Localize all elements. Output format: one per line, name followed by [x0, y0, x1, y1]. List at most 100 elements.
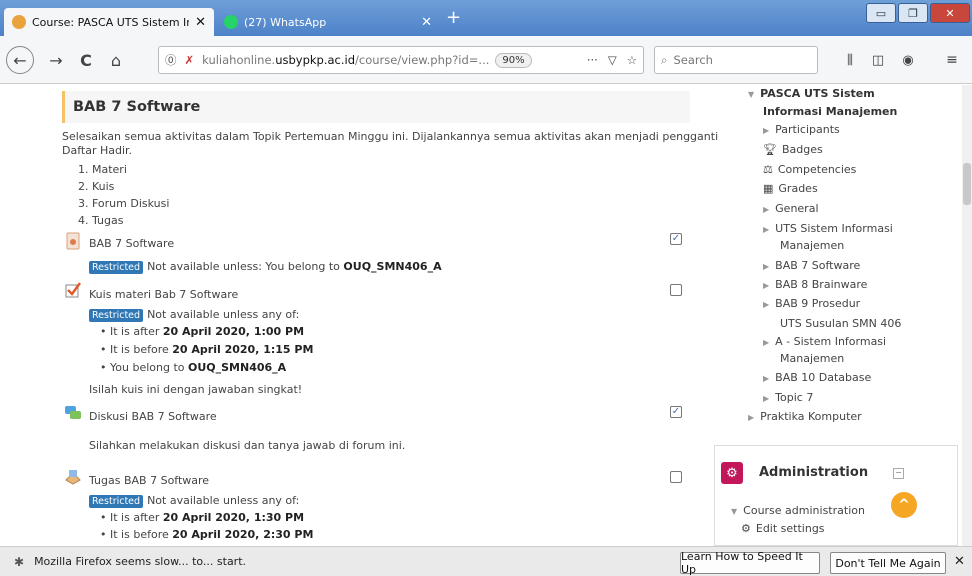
activity-link-quiz[interactable]: Kuis materi Bab 7 Software: [89, 288, 238, 301]
sidebar-item-general[interactable]: ▶ General: [763, 202, 819, 215]
sidebar-item-label: Participants: [775, 123, 840, 136]
new-tab-button[interactable]: +: [446, 9, 461, 27]
page-scrollbar[interactable]: [962, 85, 972, 546]
section-intro-2: Daftar Hadir.: [62, 144, 133, 157]
activity-link-bab7[interactable]: BAB 7 Software: [89, 237, 174, 250]
collapsed-caret-icon: ▶: [763, 374, 770, 383]
sidebar-item-competencies[interactable]: ⚖︎ Competencies: [763, 163, 856, 176]
tab-course[interactable]: Course: PASCA UTS Sistem Info ✕: [4, 8, 214, 36]
close-tab-icon[interactable]: ✕: [421, 15, 432, 30]
account-icon[interactable]: ◉: [896, 48, 920, 72]
insecure-lock-icon[interactable]: ✗: [185, 53, 195, 67]
sidebar-item-praktika[interactable]: ▶ Praktika Komputer: [748, 410, 862, 423]
sidebar-item-bab10[interactable]: ▶ BAB 10 Database: [763, 371, 871, 384]
restriction-text: Not available unless any of:: [147, 494, 300, 507]
library-icon[interactable]: ⫼: [838, 48, 862, 72]
sidebar-item-label: General: [775, 202, 819, 215]
sidebar-item-a-sim[interactable]: ▶ A - Sistem Informasi: [763, 335, 886, 348]
gear-icon: ⚙: [741, 522, 751, 535]
restriction-bullet: • You belong to OUQ_SMN406_A: [100, 361, 287, 374]
page-actions-icon[interactable]: ···: [587, 53, 598, 67]
sidebar-item-uts-susulan[interactable]: UTS Susulan SMN 406: [780, 317, 901, 330]
search-icon: ⌕: [661, 52, 668, 67]
tab-title: (27) WhatsApp: [244, 15, 327, 29]
notification-text: Mozilla Firefox seems slow... to... star…: [34, 555, 247, 568]
tab-whatsapp[interactable]: (27) WhatsApp ✕: [216, 8, 440, 36]
course-administration-node[interactable]: ▼ Course administration: [731, 504, 865, 517]
edit-settings-link[interactable]: ⚙ Edit settings: [741, 522, 825, 535]
back-to-top-icon[interactable]: ^: [891, 492, 917, 518]
scrollbar-thumb[interactable]: [963, 163, 971, 205]
bookmark-star-icon[interactable]: ☆: [627, 53, 637, 67]
collapsed-caret-icon: ▶: [763, 225, 770, 234]
sidebar-item-bab8[interactable]: ▶ BAB 8 Brainware: [763, 278, 867, 291]
sidebar-item-badges[interactable]: 🏆︎ Badges: [763, 143, 823, 156]
dont-tell-again-button[interactable]: Don't Tell Me Again: [830, 552, 946, 574]
sidebar-item-label: BAB 10 Database: [775, 371, 872, 384]
home-button[interactable]: ⌂: [104, 48, 128, 72]
reload-button[interactable]: C: [74, 48, 98, 72]
restriction-group: OUQ_SMN406_A: [343, 260, 442, 273]
pocket-icon[interactable]: ▽: [608, 53, 617, 67]
info-icon[interactable]: ⓪: [165, 52, 177, 68]
restriction-info: Restricted Not available unless: You belo…: [89, 260, 442, 274]
sidebar-item-uts[interactable]: ▶ UTS Sistem Informasi: [763, 222, 893, 235]
menu-icon[interactable]: ≡: [940, 48, 964, 72]
bullet-text: It is after: [110, 511, 160, 524]
sidebar-item-label: Competencies: [777, 163, 857, 176]
minimize-button[interactable]: ▭: [866, 3, 896, 23]
completion-checkbox[interactable]: ✓: [670, 406, 682, 418]
close-notification-icon[interactable]: ✕: [954, 554, 965, 569]
maximize-button[interactable]: ❐: [898, 3, 928, 23]
quiz-icon: [65, 282, 82, 298]
url-bar[interactable]: ⓪ ✗ kuliahonline. usbypkp.ac.id/course/vi…: [158, 46, 644, 74]
learn-speed-button[interactable]: Learn How to Speed It Up: [680, 550, 820, 576]
collapse-block-icon[interactable]: −: [893, 468, 904, 479]
restricted-badge: Restricted: [89, 261, 144, 274]
sidebar-toggle-icon[interactable]: ◫: [866, 48, 890, 72]
url-domain: usbypkp.ac.id: [275, 53, 356, 67]
restriction-bullet: • It is after 20 April 2020, 1:30 PM: [100, 511, 305, 524]
url-path: /course/view.php?id=...: [355, 53, 490, 67]
section-title: BAB 7 Software: [62, 91, 690, 123]
completion-checkbox[interactable]: [670, 284, 682, 296]
sidebar-item-label: Manajemen: [780, 352, 845, 365]
forward-button[interactable]: →: [44, 48, 68, 72]
expanded-caret-icon: ▼: [731, 507, 738, 516]
bullet-date: 20 April 2020, 1:30 PM: [162, 511, 305, 524]
sidebar-item-topic7[interactable]: ▶ Topic 7: [763, 391, 813, 404]
zoom-level[interactable]: 90%: [495, 52, 532, 68]
section-intro: Selesaikan semua aktivitas dalam Topik P…: [62, 130, 719, 143]
whatsapp-favicon-icon: [224, 15, 238, 29]
bullet-date: 20 April 2020, 2:30 PM: [172, 528, 314, 541]
close-tab-icon[interactable]: ✕: [195, 15, 206, 30]
search-input[interactable]: ⌕ Search: [654, 46, 818, 74]
back-button[interactable]: ←: [6, 46, 34, 74]
bullet-date: 20 April 2020, 1:00 PM: [162, 325, 305, 338]
course-title-line2: Informasi Manajemen: [763, 105, 898, 118]
firefox-slow-icon: ✱: [14, 554, 25, 569]
completion-checkbox[interactable]: ✓: [670, 233, 682, 245]
sidebar-item-bab9[interactable]: ▶ BAB 9 Prosedur: [763, 297, 860, 310]
sidebar-item-bab7[interactable]: ▶ BAB 7 Software: [763, 259, 860, 272]
url-prefix: kuliahonline.: [202, 53, 276, 67]
bullet-text: It is after: [110, 325, 160, 338]
competency-icon: ⚖︎: [763, 163, 773, 176]
sidebar-item-label: Topic 7: [775, 391, 814, 404]
sidebar-item-grades[interactable]: ▦ Grades: [763, 182, 818, 195]
sidebar-item-label: BAB 9 Prosedur: [775, 297, 861, 310]
course-title-line1: PASCA UTS Sistem: [760, 87, 875, 100]
activity-link-assignment[interactable]: Tugas BAB 7 Software: [89, 474, 209, 487]
bullet-date: 20 April 2020, 1:15 PM: [172, 343, 314, 356]
tab-title: Course: PASCA UTS Sistem Info: [32, 15, 190, 29]
notification-bar: ✱ Mozilla Firefox seems slow... to... st…: [0, 546, 972, 576]
sidebar-item-participants[interactable]: ▶ Participants: [763, 123, 840, 136]
completion-checkbox[interactable]: [670, 471, 682, 483]
administration-title: Administration: [759, 465, 869, 480]
close-window-button[interactable]: ✕: [930, 3, 970, 23]
administration-block: ⚙ Administration − ▼ Course administratio…: [714, 445, 958, 546]
sidebar-item-label: A - Sistem Informasi: [775, 335, 887, 348]
activity-link-forum[interactable]: Diskusi BAB 7 Software: [89, 410, 217, 423]
list-item: 2. Kuis: [78, 180, 115, 193]
nav-course-title[interactable]: ▼ PASCA UTS Sistem: [748, 87, 875, 100]
